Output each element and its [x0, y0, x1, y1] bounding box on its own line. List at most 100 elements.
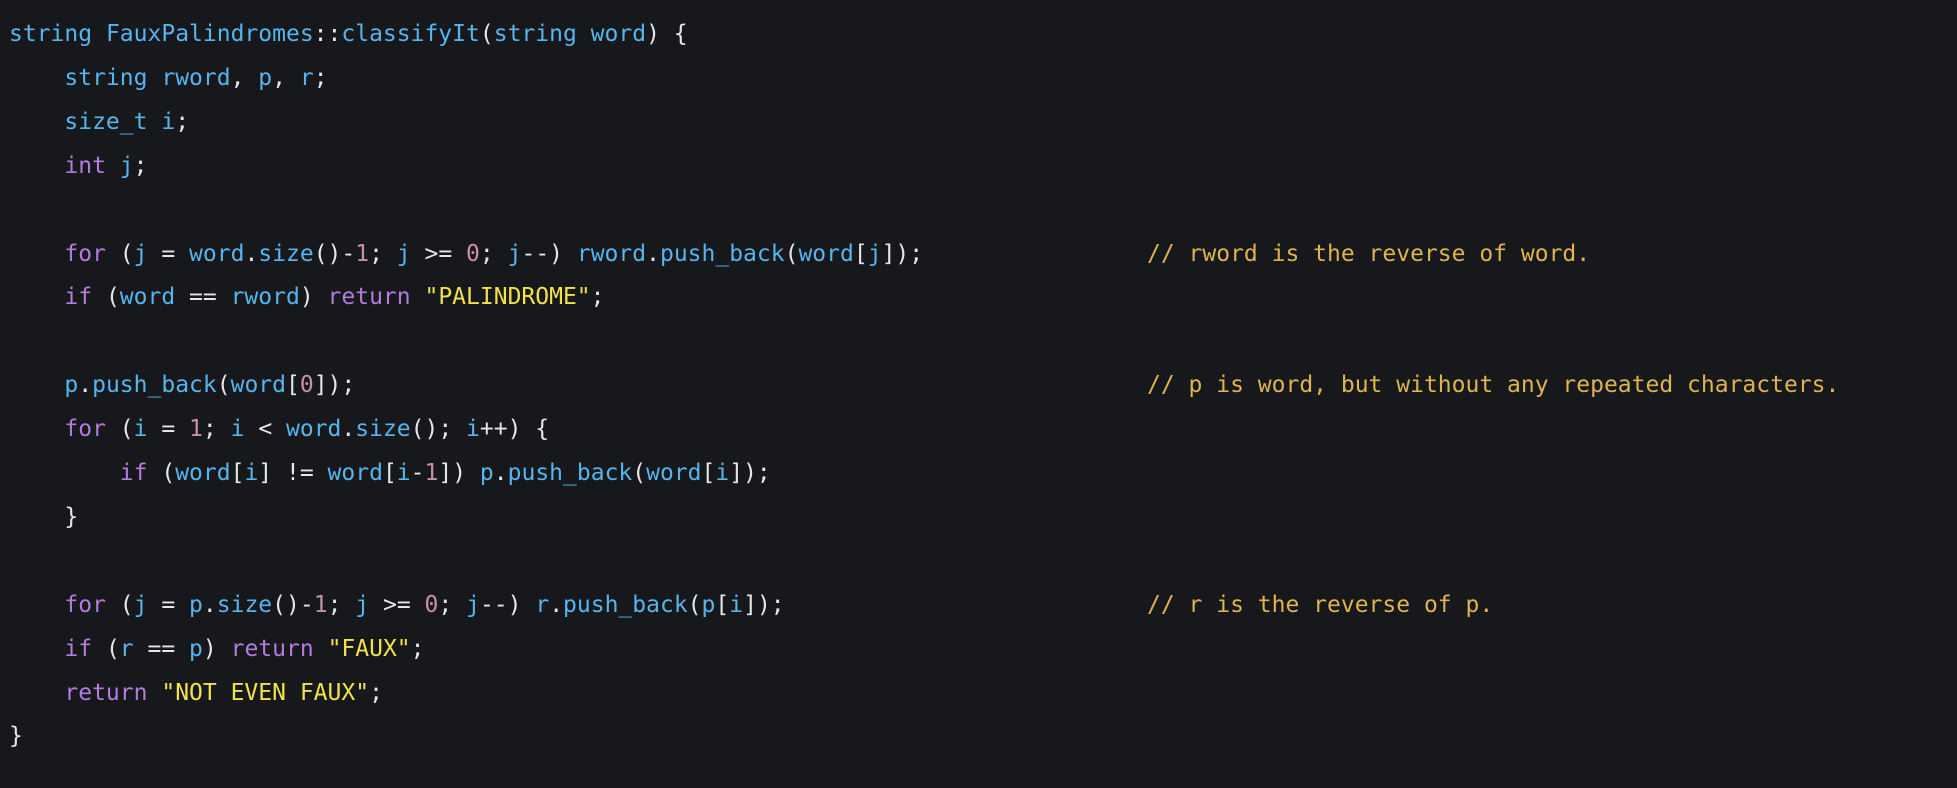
code-token-plain: == [133, 636, 190, 662]
code-token-plain: . [646, 241, 660, 267]
code-token-plain: < [244, 416, 287, 442]
code-token-plain: ( [479, 21, 494, 47]
code-token-plain: --) [521, 241, 577, 267]
code-token-identifier: i [466, 416, 480, 442]
code-token-keyword: return [230, 636, 314, 662]
code-line: } [9, 714, 23, 758]
code-token-identifier: word [230, 372, 286, 398]
code-token-plain: [ [230, 460, 245, 486]
code-token-plain: [ [701, 460, 716, 486]
code-token-plain: ( [105, 241, 134, 267]
code-token-identifier: j [466, 592, 480, 618]
code-token-plain: ( [147, 460, 176, 486]
code-token-identifier: p [189, 636, 203, 662]
code-token-plain: , [272, 65, 300, 91]
code-token-number: 0 [299, 372, 314, 398]
code-token-type: size_t [64, 109, 148, 135]
code-token-identifier: i [729, 592, 744, 618]
code-line: string rword, p, r; [9, 56, 327, 100]
code-token-plain: ()- [272, 592, 314, 618]
code-token-string: "NOT EVEN FAUX" [161, 680, 370, 706]
code-token-plain: ; [133, 153, 148, 179]
code-token-plain: = [147, 241, 190, 267]
code-token-plain: ]); [313, 372, 356, 398]
code-token-identifier: push_back [507, 460, 633, 486]
code-token-plain: (); [410, 416, 467, 442]
code-token-identifier: r [299, 65, 314, 91]
code-token-plain: ]) [438, 460, 480, 486]
code-token-plain: . [549, 592, 564, 618]
code-token-identifier: j [396, 241, 411, 267]
code-token-number: 0 [466, 241, 480, 267]
code-token-identifier: j [133, 592, 148, 618]
code-token-identifier: classifyIt [341, 21, 480, 47]
code-token-plain: ]); [729, 460, 771, 486]
code-line: if (word == rword) return "PALINDROME"; [9, 275, 605, 319]
code-token-identifier: j [355, 592, 370, 618]
code-token-identifier: rword [230, 284, 300, 310]
code-token-plain: ; [410, 636, 425, 662]
code-token-identifier: i [230, 416, 245, 442]
code-token-plain: ( [632, 460, 647, 486]
code-token-plain: ( [92, 284, 120, 310]
code-token-plain: ; [438, 592, 467, 618]
code-token-number: 1 [189, 416, 203, 442]
code-token-plain: [ [715, 592, 730, 618]
code-token-identifier: i [244, 460, 259, 486]
code-line: int j; [9, 144, 148, 188]
code-token-plain: >= [410, 241, 467, 267]
code-token-plain: ()- [313, 241, 356, 267]
code-token-plain: ( [687, 592, 702, 618]
code-token-plain: ) { [646, 21, 688, 47]
code-token-identifier: rword [161, 65, 231, 91]
code-token-keyword: return [64, 680, 148, 706]
code-token-plain: ; [590, 284, 605, 310]
code-editor[interactable]: string FauxPalindromes::classifyIt(strin… [0, 0, 1957, 788]
code-token-type: string [9, 21, 93, 47]
code-token-plain: --) [479, 592, 536, 618]
code-token-keyword: for [64, 416, 106, 442]
code-token-plain: >= [369, 592, 425, 618]
code-token-keyword: if [64, 636, 93, 662]
code-token-plain: - [410, 460, 425, 486]
code-token-plain: = [147, 416, 190, 442]
code-token-plain: ; [175, 109, 190, 135]
code-token-plain: ( [92, 636, 120, 662]
code-token-identifier: j [133, 241, 148, 267]
code-token-identifier: size [355, 416, 411, 442]
code-token-plain: . [493, 460, 508, 486]
code-token-identifier: word [798, 241, 854, 267]
code-token-identifier: j [867, 241, 882, 267]
code-token-identifier: j [119, 153, 134, 179]
code-token-keyword: for [64, 592, 106, 618]
code-token-identifier: FauxPalindromes [105, 21, 314, 47]
code-token-plain: ; [202, 416, 231, 442]
code-token-plain: :: [313, 21, 342, 47]
code-token-identifier: word [327, 460, 383, 486]
code-token-plain: ]); [743, 592, 785, 618]
code-line: return "NOT EVEN FAUX"; [9, 671, 383, 715]
code-token-string: "FAUX" [327, 636, 411, 662]
code-token-plain: [ [853, 241, 868, 267]
code-token-plain: ; [369, 241, 397, 267]
code-token-plain: ( [784, 241, 799, 267]
code-token-identifier: p [701, 592, 716, 618]
code-token-identifier: word [286, 416, 342, 442]
code-line: if (r == p) return "FAUX"; [9, 627, 425, 671]
code-token-plain: ++) { [479, 416, 550, 442]
code-token-number: 0 [424, 592, 439, 618]
code-token-number: 1 [424, 460, 439, 486]
code-line: } [9, 495, 78, 539]
code-token-identifier: r [119, 636, 134, 662]
code-token-keyword: return [327, 284, 411, 310]
code-token-identifier: push_back [92, 372, 217, 398]
